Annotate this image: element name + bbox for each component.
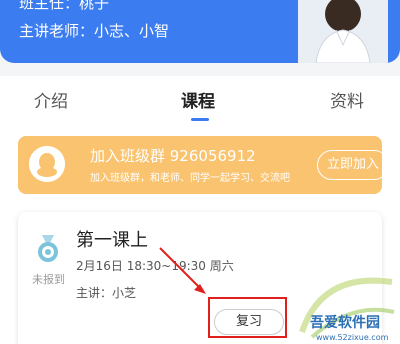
teacher-photo xyxy=(298,0,388,63)
class-header: 班主任：桃子 主讲老师：小志、小智 xyxy=(0,0,400,63)
tab-materials[interactable]: 资料 xyxy=(330,87,364,112)
tab-bar: 介绍 课程 资料 xyxy=(0,76,400,126)
attendance-status: 未报到 xyxy=(32,273,65,286)
lesson-time: 2月16日 18:30~19:30 周六 xyxy=(76,259,234,273)
lecturers: 主讲老师：小志、小智 xyxy=(19,22,170,40)
join-now-button[interactable]: 立即加入 xyxy=(317,150,389,180)
review-button[interactable]: 复习 xyxy=(214,309,284,335)
tab-intro[interactable]: 介绍 xyxy=(34,87,68,112)
qq-icon xyxy=(29,146,65,182)
group-title: 加入班级群 926056912 xyxy=(90,147,256,165)
lesson-card[interactable]: 未报到 第一课上 2月16日 18:30~19:30 周六 主讲：小芝 复习 xyxy=(18,212,382,344)
lesson-title: 第一课上 xyxy=(76,230,148,251)
join-group-card: 加入班级群 926056912 加入班级群，和老师、同学一起学习、交流吧 立即加… xyxy=(18,136,389,194)
active-tab-indicator xyxy=(191,118,209,121)
medal-icon xyxy=(38,235,58,262)
class-teacher: 班主任：桃子 xyxy=(19,0,110,12)
lesson-teacher: 主讲：小芝 xyxy=(76,286,137,300)
group-subtitle: 加入班级群，和老师、同学一起学习、交流吧 xyxy=(90,173,290,184)
tab-course[interactable]: 课程 xyxy=(181,87,215,112)
